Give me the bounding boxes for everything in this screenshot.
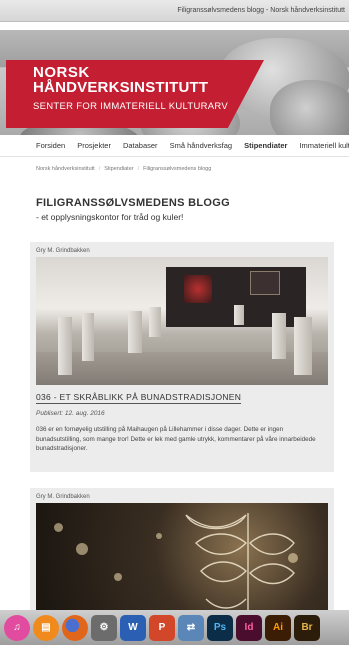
breadcrumb: Norsk håndverksinstitutt / Stipendiater / Fi…	[36, 166, 211, 172]
display-pedestal	[234, 305, 244, 325]
nav-item-stipendiater[interactable]: Stipendiater	[244, 141, 287, 150]
word-icon[interactable]: W	[120, 614, 146, 641]
breadcrumb-separator: /	[137, 166, 140, 172]
post-author: Gry M. Grindbakken	[36, 248, 90, 254]
post-excerpt: 036 er en fornøyelig utstilling på Maiha…	[36, 426, 316, 452]
brand-line-1: NORSK	[33, 64, 90, 81]
brand-tagline: SENTER FOR IMMATERIELL KULTURARV	[33, 101, 229, 112]
bridge-icon[interactable]: Br	[294, 614, 320, 641]
display-pedestal	[149, 307, 161, 337]
display-pedestal	[294, 317, 312, 375]
breadcrumb-separator: /	[98, 166, 101, 172]
main-nav: Forsiden Prosjekter Databaser Små håndve…	[0, 135, 349, 157]
window-title: Filigranssølvsmedens blogg - Norsk håndv…	[177, 7, 345, 14]
nav-item-forsiden[interactable]: Forsiden	[36, 141, 65, 150]
display-pedestal	[272, 313, 286, 359]
illustrator-icon[interactable]: Ai	[265, 614, 291, 641]
photoshop-icon[interactable]: Ps	[207, 614, 233, 641]
nav-item-databaser[interactable]: Databaser	[123, 141, 158, 150]
ibooks-icon[interactable]: ▤	[33, 614, 59, 641]
page-subtitle: - et opplysningskontor for tråd og kuler…	[36, 212, 184, 222]
breadcrumb-home[interactable]: Norsk håndverksinstitutt	[36, 166, 95, 172]
display-pedestal	[128, 311, 142, 353]
itunes-icon[interactable]: ♫	[4, 614, 30, 641]
display-pedestal	[58, 317, 72, 375]
app-dock: ♫ ▤ ⚙ W P ⇄ Ps Id Ai Br	[0, 610, 349, 645]
rock-image	[270, 80, 349, 135]
nav-item-prosjekter[interactable]: Prosjekter	[77, 141, 111, 150]
brand-line-2: HÅNDVERKSINSTITUTT	[33, 79, 209, 96]
display-pedestal	[82, 313, 94, 361]
network-icon[interactable]: ⇄	[178, 614, 204, 641]
firefox-icon[interactable]	[62, 614, 88, 641]
breadcrumb-stipendiater[interactable]: Stipendiater	[104, 166, 133, 172]
header-banner: NORSK HÅNDVERKSINSTITUTT SENTER FOR IMMA…	[0, 30, 349, 135]
nav-item-sma-handverksfag[interactable]: Små håndverksfag	[170, 141, 233, 150]
post-card: Gry M. Grindbakken	[30, 488, 334, 618]
indesign-icon[interactable]: Id	[236, 614, 262, 641]
post-author: Gry M. Grindbakken	[36, 494, 90, 500]
filigree-lace-graphic	[185, 513, 295, 615]
gallery-artwork	[184, 275, 212, 303]
page-title: FILIGRANSSØLVSMEDENS BLOGG	[36, 197, 230, 209]
system-preferences-icon[interactable]: ⚙	[91, 614, 117, 641]
post-title-link[interactable]: 036 - ET SKRÅBLIKK PÅ BUNADSTRADISJONEN	[36, 392, 242, 404]
powerpoint-icon[interactable]: P	[149, 614, 175, 641]
post-image[interactable]	[36, 503, 328, 615]
window-title-bar: Filigranssølvsmedens blogg - Norsk håndv…	[0, 0, 349, 22]
breadcrumb-current: Filigranssølvsmedens blogg	[143, 166, 212, 172]
site-logo[interactable]: NORSK HÅNDVERKSINSTITUTT SENTER FOR IMMA…	[6, 60, 264, 128]
post-date: Publisert: 12. aug. 2016	[36, 410, 105, 417]
post-image[interactable]	[36, 257, 328, 385]
gallery-artwork	[250, 271, 280, 295]
post-card: Gry M. Grindbakken 036 - ET SKRÅBLIKK PÅ…	[30, 242, 334, 472]
nav-item-immateriell-kulturarv[interactable]: Immateriell kult	[299, 141, 349, 150]
